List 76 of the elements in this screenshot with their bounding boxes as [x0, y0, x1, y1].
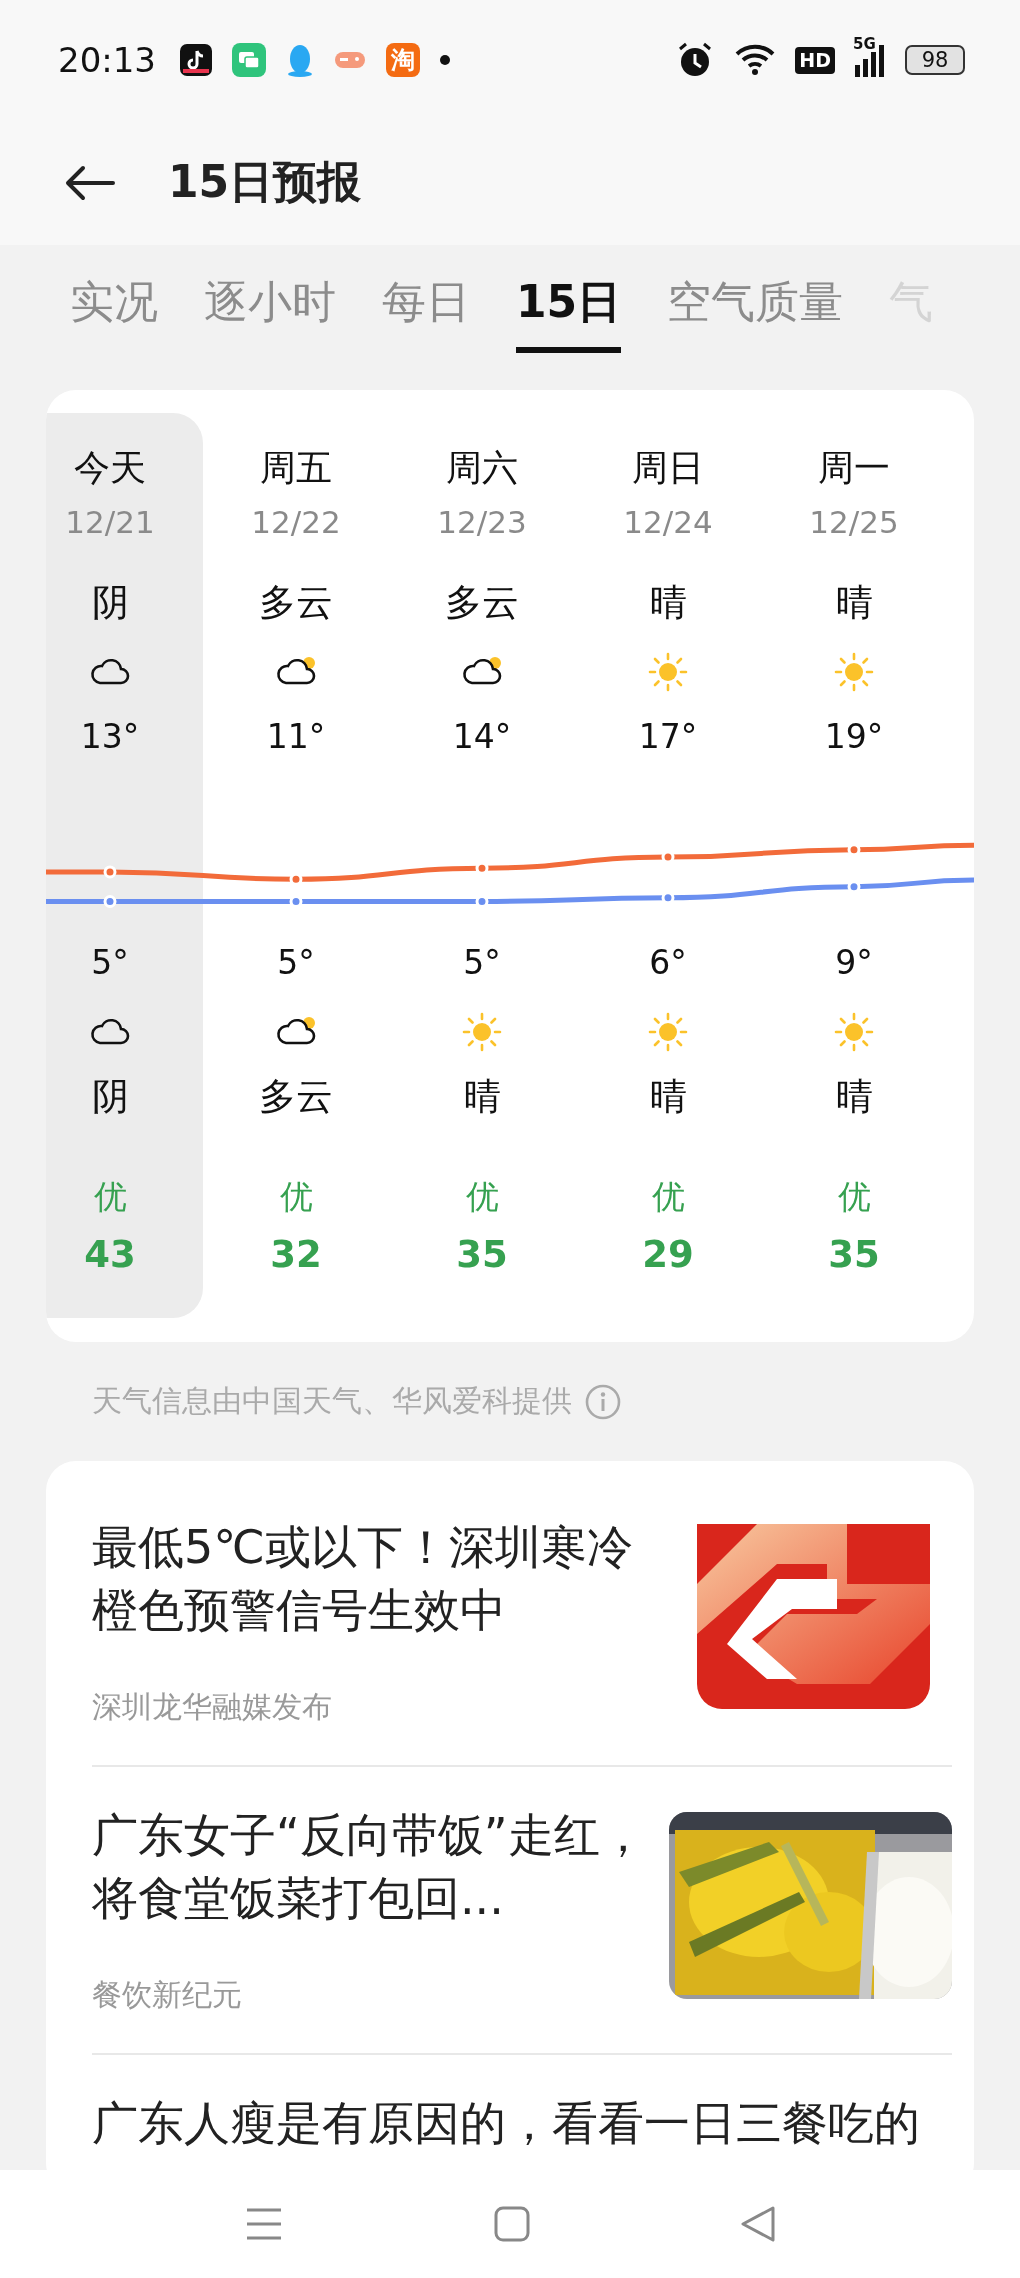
sun-icon: [460, 1010, 504, 1054]
selected-day-column[interactable]: 今天 12/21 阴 13° 5° 阴 优 43: [46, 413, 203, 1318]
low-temperature: 9°: [835, 942, 873, 984]
high-temperature: 14°: [452, 716, 512, 758]
air-quality-index: 29: [642, 1232, 694, 1278]
penguin-app-icon: [286, 43, 314, 77]
air-quality-index: 32: [270, 1232, 322, 1278]
condition-label: 多云: [259, 580, 333, 626]
air-quality-level: 优: [465, 1176, 499, 1218]
day-label: 今天: [74, 446, 146, 490]
day-label: 周五: [260, 446, 332, 490]
page-title: 15日预报: [168, 155, 362, 209]
low-temperature: 5°: [91, 942, 129, 984]
info-icon[interactable]: [584, 1382, 622, 1421]
chat-app-icon: [232, 43, 266, 77]
low-temperature: 5°: [463, 942, 501, 984]
high-temperature: 11°: [266, 716, 326, 758]
home-icon[interactable]: [494, 2206, 530, 2242]
condition-label: 晴: [649, 580, 687, 626]
day-label: 周一: [818, 446, 890, 490]
status-time: 20:13: [58, 40, 156, 80]
news-item[interactable]: 最低5℃或以下！深圳寒冷橙色预警信号生效中 深圳龙华融媒发布: [92, 1479, 952, 1765]
news-source: 深圳龙华融媒发布: [92, 1688, 333, 1726]
day-label: 周日: [632, 446, 704, 490]
condition-label: 晴: [835, 580, 873, 626]
news-item[interactable]: 广东女子“反向带饭”走红，将食堂饭菜打包回... 餐饮新纪元: [92, 1765, 952, 2053]
news-headline: 最低5℃或以下！深圳寒冷橙色预警信号生效中: [92, 1519, 634, 1639]
air-quality-index: 35: [456, 1232, 508, 1278]
low-temperature: 6°: [649, 942, 687, 984]
day-column[interactable]: 周六 12/23 多云 14° 5° 晴 优 35: [389, 413, 575, 1318]
day-column[interactable]: 周五 12/22 多云 11° 5° 多云 优 32: [203, 413, 389, 1318]
tab[interactable]: 15日: [516, 273, 622, 353]
high-temperature: 19°: [824, 716, 884, 758]
menu-icon[interactable]: [244, 2206, 284, 2242]
wifi-icon: [735, 43, 776, 77]
condition-label: 阴: [91, 1074, 129, 1120]
network-label: 5G: [853, 37, 876, 52]
high-temperature: 13°: [80, 716, 140, 758]
battery-indicator: 98: [905, 45, 965, 75]
back-arrow-icon[interactable]: [65, 164, 115, 201]
low-temperature: 5°: [277, 942, 315, 984]
logo-icon: [697, 1524, 930, 1709]
condition-label: 晴: [649, 1074, 687, 1120]
air-quality-level: 优: [837, 1176, 871, 1218]
date-label: 12/23: [437, 503, 527, 542]
shop-app-icon: 淘: [386, 43, 420, 77]
condition-label: 阴: [91, 580, 129, 626]
data-source-note: 天气信息由中国天气、华风爱科提供: [92, 1382, 572, 1420]
condition-label: 晴: [835, 1074, 873, 1120]
air-quality-level: 优: [93, 1176, 127, 1218]
high-temperature: 17°: [638, 716, 698, 758]
condition-label: 晴: [463, 1074, 501, 1120]
date-label: 12/25: [809, 503, 899, 542]
sun-icon: [646, 650, 690, 694]
date-label: 12/21: [65, 503, 155, 542]
condition-label: 多云: [445, 580, 519, 626]
air-quality-level: 优: [651, 1176, 685, 1218]
back-icon[interactable]: [740, 2205, 776, 2243]
air-quality-level: 优: [279, 1176, 313, 1218]
condition-label: 多云: [259, 1074, 333, 1120]
news-headline: 广东女子“反向带饭”走红，将食堂饭菜打包回...: [92, 1807, 647, 1927]
day-label: 周六: [446, 446, 518, 490]
air-quality-index: 43: [84, 1232, 136, 1278]
air-quality-index: 35: [828, 1232, 880, 1278]
sun-icon: [646, 1010, 690, 1054]
day-column[interactable]: 周一 12/25 晴 19° 9° 晴 优 35: [761, 413, 947, 1318]
sun-icon: [832, 650, 876, 694]
music-app-icon: [180, 44, 212, 76]
day-column[interactable]: 周日 12/24 晴 17° 6° 晴 优 29: [575, 413, 761, 1318]
news-headline: 广东人瘦是有原因的，看看一日三餐吃的: [92, 2095, 921, 2152]
date-label: 12/22: [251, 503, 341, 542]
notification-dot-icon: [440, 55, 450, 65]
hd-badge: HD: [795, 46, 835, 74]
news-source: 餐饮新纪元: [92, 1976, 243, 2014]
sun-icon: [832, 1010, 876, 1054]
date-label: 12/24: [623, 503, 713, 542]
